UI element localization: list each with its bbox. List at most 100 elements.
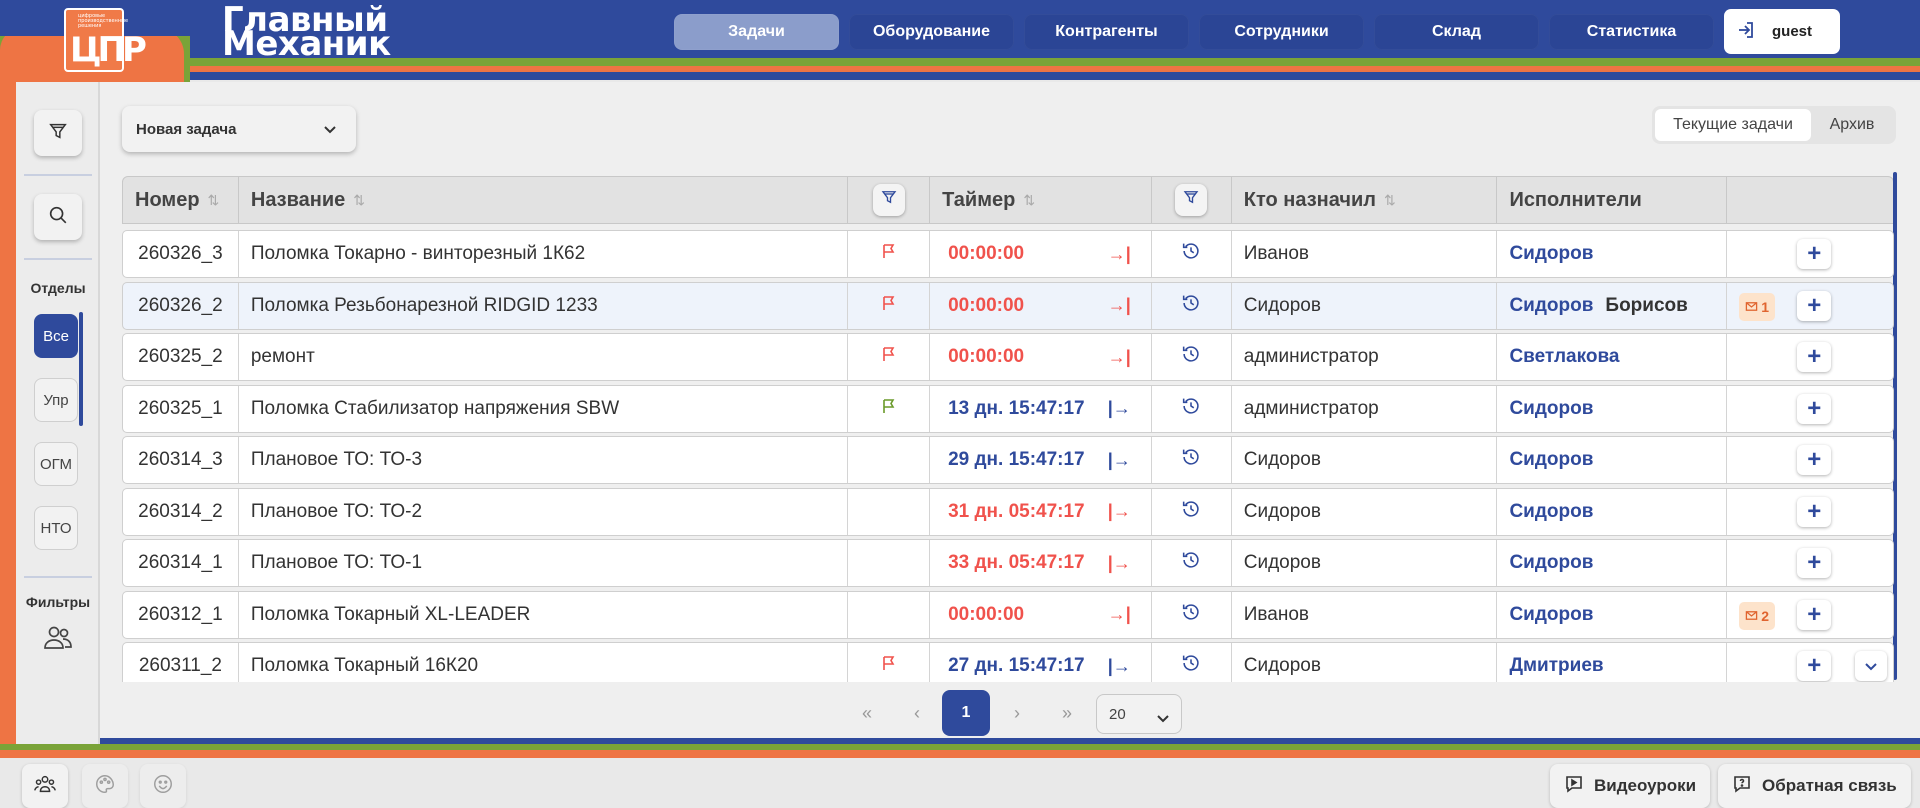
column-name[interactable]: Название ⇅ — [239, 177, 849, 223]
flag-filter-button[interactable] — [872, 184, 905, 216]
add-executor-button[interactable]: + — [1797, 342, 1832, 372]
task-name[interactable]: Плановое ТО: ТО-3 — [239, 437, 849, 483]
executor-name[interactable]: Борисов — [1605, 295, 1687, 317]
department-all[interactable]: Все — [34, 314, 78, 358]
nav-warehouse[interactable]: Склад — [1374, 14, 1539, 50]
add-executor-button[interactable]: + — [1797, 290, 1832, 321]
messages-badge[interactable]: 1 — [1739, 292, 1775, 321]
executor-name[interactable]: Дмитриев — [1509, 655, 1603, 677]
executor-name[interactable]: Сидоров — [1509, 398, 1593, 420]
users-filter-icon[interactable] — [42, 624, 74, 652]
column-number[interactable]: Номер ⇅ — [123, 177, 239, 223]
history-icon[interactable] — [1180, 652, 1202, 680]
task-number[interactable]: 260325_1 — [123, 385, 239, 432]
timer-toggle-icon[interactable]: |→ — [1108, 501, 1131, 522]
sort-icon[interactable]: ⇅ — [208, 192, 220, 209]
add-executor-button[interactable]: + — [1797, 445, 1832, 475]
first-page-button[interactable]: « — [852, 690, 882, 736]
executor-name[interactable]: Сидоров — [1509, 501, 1593, 523]
table-row[interactable]: 260326_3 Поломка Токарно - винторезный 1… — [122, 230, 1894, 278]
task-number[interactable]: 260314_2 — [123, 488, 239, 535]
flag-icon[interactable] — [881, 655, 897, 677]
task-number[interactable]: 260326_3 — [123, 231, 239, 277]
task-name[interactable]: Поломка Токарно - винторезный 1К62 — [239, 231, 849, 277]
flag-icon[interactable] — [881, 243, 897, 265]
next-page-button[interactable]: › — [1002, 690, 1032, 736]
task-name[interactable]: ремонт — [239, 334, 849, 380]
task-name[interactable]: Поломка Токарный XL-LEADER — [239, 591, 849, 638]
table-row[interactable]: 260314_3 Плановое ТО: ТО-3 29 дн. 15:47:… — [122, 436, 1894, 484]
nav-equipment[interactable]: Оборудование — [849, 14, 1014, 50]
task-number[interactable]: 260314_3 — [123, 437, 239, 483]
table-row[interactable]: 260325_2 ремонт 00:00:00 →| администрато… — [122, 333, 1894, 381]
tab-archive[interactable]: Архив — [1811, 109, 1893, 141]
expand-row-button[interactable] — [1855, 651, 1888, 681]
table-row[interactable]: 260326_2 Поломка Резьбонарезной RIDGID 1… — [122, 281, 1894, 330]
department-ogm[interactable]: ОГМ — [34, 442, 78, 486]
current-page-button[interactable]: 1 — [942, 690, 990, 736]
emoji-button[interactable] — [140, 764, 186, 808]
sort-icon[interactable]: ⇅ — [1384, 192, 1396, 209]
department-upr[interactable]: Упр — [34, 378, 78, 422]
history-icon[interactable] — [1180, 601, 1202, 629]
column-assigned-by[interactable]: Кто назначил ⇅ — [1232, 177, 1498, 223]
nav-tasks[interactable]: Задачи — [674, 14, 839, 50]
add-executor-button[interactable]: + — [1797, 599, 1832, 630]
video-tutorials-button[interactable]: Видеоуроки — [1550, 764, 1711, 808]
table-row[interactable]: 260325_1 Поломка Стабилизатор напряжения… — [122, 384, 1894, 433]
history-icon[interactable] — [1180, 549, 1202, 577]
nav-employees[interactable]: Сотрудники — [1199, 14, 1364, 50]
task-name[interactable]: Поломка Стабилизатор напряжения SBW — [239, 385, 849, 432]
flag-icon[interactable] — [881, 398, 897, 420]
add-executor-button[interactable]: + — [1797, 496, 1832, 527]
history-icon[interactable] — [1180, 498, 1202, 526]
last-page-button[interactable]: » — [1052, 690, 1082, 736]
table-row[interactable]: 260314_1 Плановое ТО: ТО-1 33 дн. 05:47:… — [122, 539, 1894, 587]
prev-page-button[interactable]: ‹ — [902, 690, 932, 736]
executor-name[interactable]: Сидоров — [1509, 449, 1593, 471]
executor-name[interactable]: Светлакова — [1509, 346, 1619, 368]
departments-scrollbar[interactable] — [79, 312, 83, 426]
flag-icon[interactable] — [881, 346, 897, 368]
feedback-button[interactable]: Обратная связь — [1718, 764, 1911, 808]
nav-contractors[interactable]: Контрагенты — [1024, 14, 1189, 50]
table-row[interactable]: 260312_1 Поломка Токарный XL-LEADER 00:0… — [122, 590, 1894, 639]
timer-toggle-icon[interactable]: →| — [1108, 604, 1131, 625]
task-name[interactable]: Плановое ТО: ТО-2 — [239, 488, 849, 535]
add-executor-button[interactable]: + — [1797, 548, 1832, 578]
add-executor-button[interactable]: + — [1797, 393, 1832, 424]
task-name[interactable]: Плановое ТО: ТО-1 — [239, 540, 849, 586]
task-number[interactable]: 260311_2 — [123, 643, 239, 682]
add-executor-button[interactable]: + — [1797, 651, 1832, 681]
task-number[interactable]: 260325_2 — [123, 334, 239, 380]
task-number[interactable]: 260312_1 — [123, 591, 239, 638]
add-executor-button[interactable]: + — [1797, 239, 1832, 269]
messages-badge[interactable]: 2 — [1739, 601, 1775, 630]
company-logo[interactable]: цифровые производственные решения ЦПР — [64, 8, 147, 72]
timer-toggle-icon[interactable]: |→ — [1108, 398, 1131, 419]
column-timer[interactable]: Таймер ⇅ — [930, 177, 1152, 223]
timer-toggle-icon[interactable]: |→ — [1108, 450, 1131, 471]
task-number[interactable]: 260326_2 — [123, 282, 239, 329]
history-icon[interactable] — [1180, 292, 1202, 320]
table-row[interactable]: 260314_2 Плановое ТО: ТО-2 31 дн. 05:47:… — [122, 487, 1894, 536]
filter-button[interactable] — [34, 110, 82, 156]
page-size-select[interactable]: 20 — [1096, 694, 1182, 734]
theme-button[interactable] — [82, 764, 128, 808]
sort-icon[interactable]: ⇅ — [353, 192, 365, 209]
task-number[interactable]: 260314_1 — [123, 540, 239, 586]
history-icon[interactable] — [1180, 446, 1202, 474]
executor-name[interactable]: Сидоров — [1509, 552, 1593, 574]
new-task-dropdown[interactable]: Новая задача — [122, 106, 356, 152]
history-filter-button[interactable] — [1175, 184, 1208, 216]
team-button[interactable] — [22, 764, 68, 808]
timer-toggle-icon[interactable]: |→ — [1108, 656, 1131, 677]
timer-toggle-icon[interactable]: →| — [1108, 295, 1131, 316]
history-icon[interactable] — [1180, 395, 1202, 423]
search-button[interactable] — [34, 194, 82, 240]
user-login-button[interactable]: guest — [1724, 9, 1840, 54]
history-icon[interactable] — [1180, 343, 1202, 371]
table-row[interactable]: 260311_2 Поломка Токарный 16К20 27 дн. 1… — [122, 642, 1894, 682]
timer-toggle-icon[interactable]: →| — [1108, 347, 1131, 368]
department-nto[interactable]: НТО — [34, 506, 78, 550]
